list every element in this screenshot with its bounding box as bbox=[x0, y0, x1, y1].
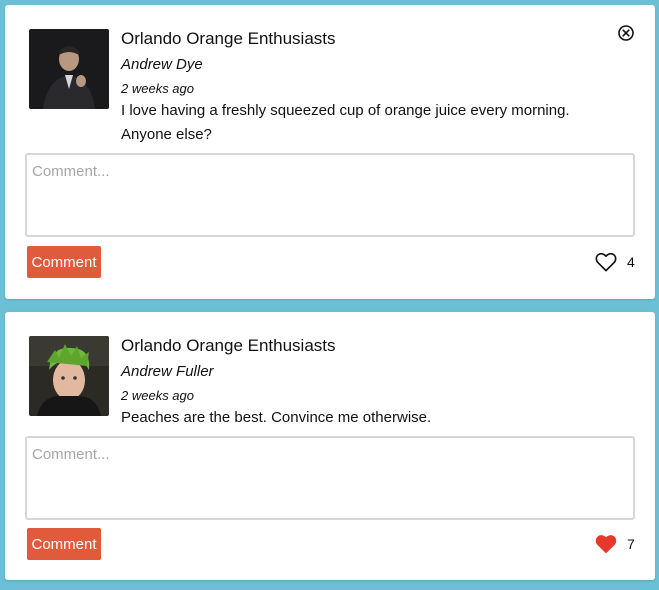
post-timestamp: 2 weeks ago bbox=[121, 388, 194, 403]
comment-button[interactable]: Comment bbox=[27, 246, 101, 278]
close-icon[interactable] bbox=[617, 24, 635, 42]
like-button[interactable]: 4 bbox=[595, 250, 641, 274]
like-count: 4 bbox=[627, 254, 635, 270]
heart-outline-icon[interactable] bbox=[595, 252, 617, 272]
author-name[interactable]: Andrew Dye bbox=[121, 56, 203, 73]
post-text: I love having a freshly squeezed cup of … bbox=[121, 102, 570, 143]
group-name[interactable]: Orlando Orange Enthusiasts bbox=[121, 29, 336, 49]
avatar[interactable] bbox=[29, 336, 109, 416]
comment-input[interactable] bbox=[25, 436, 635, 520]
comment-input[interactable] bbox=[25, 153, 635, 237]
group-name[interactable]: Orlando Orange Enthusiasts bbox=[121, 336, 336, 356]
post-card: Orlando Orange Enthusiasts Andrew Fuller… bbox=[5, 312, 655, 580]
heart-filled-icon[interactable] bbox=[595, 534, 617, 554]
post-timestamp: 2 weeks ago bbox=[121, 81, 194, 96]
like-count: 7 bbox=[627, 536, 635, 552]
like-button[interactable]: 7 bbox=[595, 532, 641, 556]
comment-button[interactable]: Comment bbox=[27, 528, 101, 560]
post-text: Peaches are the best. Convince me otherw… bbox=[121, 409, 432, 426]
post-card: Orlando Orange Enthusiasts Andrew Dye 2 … bbox=[5, 5, 655, 299]
author-name[interactable]: Andrew Fuller bbox=[121, 363, 214, 380]
avatar[interactable] bbox=[29, 29, 109, 109]
